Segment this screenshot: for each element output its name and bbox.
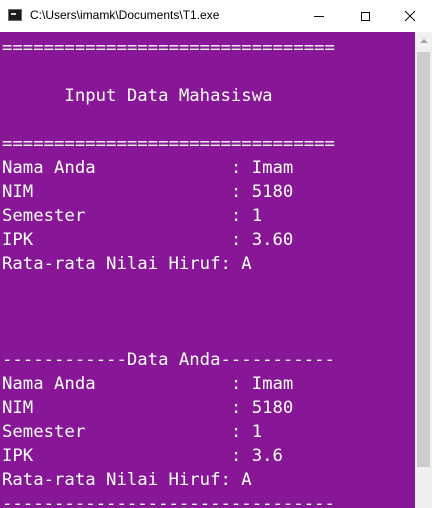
console-line: NIM : 5180 xyxy=(2,182,294,202)
console-line: Input Data Mahasiswa xyxy=(2,86,273,106)
console-line: ================================ xyxy=(2,134,335,154)
console-line: IPK : 3.6 xyxy=(2,446,283,466)
scroll-up-button[interactable] xyxy=(415,32,432,49)
scroll-thumb[interactable] xyxy=(417,52,430,467)
console-line: Semester : 1 xyxy=(2,422,263,442)
console-output-area[interactable]: ================================ Input D… xyxy=(0,32,415,508)
maximize-icon xyxy=(360,11,370,21)
vertical-scrollbar[interactable] xyxy=(415,32,432,508)
console-app-icon[interactable] xyxy=(8,9,22,21)
console-text: ================================ Input D… xyxy=(2,36,335,508)
arrow-up-icon xyxy=(419,38,428,43)
console-line: -------------------------------- xyxy=(2,494,335,508)
console-line: Rata-rata Nilai Hiruf: A xyxy=(2,470,252,490)
console-line: Rata-rata Nilai Hiruf: A xyxy=(2,254,252,274)
window-title: C:\Users\imamk\Documents\T1.exe xyxy=(30,8,220,22)
maximize-button[interactable] xyxy=(342,0,388,32)
console-line: Nama Anda : Imam xyxy=(2,374,294,394)
console-line: Nama Anda : Imam xyxy=(2,158,294,178)
console-line: Semester : 1 xyxy=(2,206,263,226)
close-icon xyxy=(404,10,416,22)
console-line: ================================ xyxy=(2,38,335,58)
console-window: C:\Users\imamk\Documents\T1.exe ========… xyxy=(0,0,432,508)
console-line: ------------Data Anda----------- xyxy=(2,350,335,370)
console-line: IPK : 3.60 xyxy=(2,230,294,250)
console-line: NIM : 5180 xyxy=(2,398,294,418)
minimize-button[interactable] xyxy=(296,0,342,32)
close-button[interactable] xyxy=(388,0,432,32)
minimize-icon xyxy=(314,15,324,17)
title-bar[interactable]: C:\Users\imamk\Documents\T1.exe xyxy=(0,0,432,32)
